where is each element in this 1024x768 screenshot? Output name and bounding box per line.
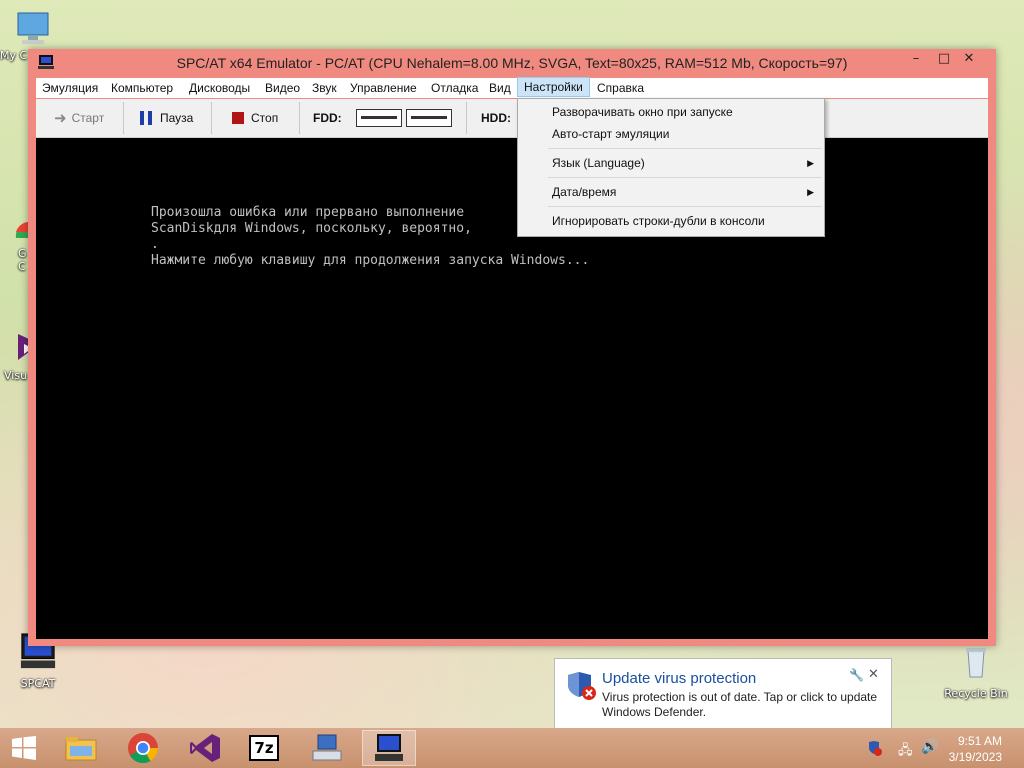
menu-item-date-time[interactable]: Дата/время ▶	[518, 181, 824, 203]
desktop-icon-label: Recycle Bin	[944, 687, 1008, 700]
menu-drives[interactable]: Дисководы	[183, 78, 256, 98]
menu-sound[interactable]: Звук	[306, 78, 343, 98]
pause-button[interactable]: Пауза	[140, 103, 193, 133]
menu-item-label: Авто-старт эмуляции	[552, 127, 670, 141]
start-menu-button[interactable]	[0, 730, 48, 766]
menu-view[interactable]: Вид	[483, 78, 517, 98]
computer-icon	[17, 12, 49, 44]
notification-settings-icon[interactable]: 🔧	[849, 668, 864, 682]
stop-label: Стоп	[251, 111, 279, 125]
fdd-drive-b[interactable]	[406, 109, 452, 127]
toolbar-separator	[466, 102, 467, 134]
start-button[interactable]: ➜ Старт	[54, 103, 104, 133]
menu-item-label: Игнорировать строки-дубли в консоли	[552, 214, 765, 228]
spcat-icon	[375, 734, 403, 761]
settings-dropdown: Разворачивать окно при запуске Авто-стар…	[517, 98, 825, 237]
menu-item-label: Разворачивать окно при запуске	[552, 105, 733, 119]
menu-item-language[interactable]: Язык (Language) ▶	[518, 152, 824, 174]
console-line: .	[151, 237, 159, 252]
keyboard-app-icon	[312, 734, 342, 761]
menu-debug[interactable]: Отладка	[425, 78, 484, 98]
menu-item-label: Дата/время	[552, 185, 617, 199]
menu-separator	[548, 206, 822, 207]
notification-body: Virus protection is out of date. Tap or …	[602, 690, 878, 719]
desktop-icon-recycle-bin[interactable]: Recycle Bin	[942, 644, 1010, 700]
visual-studio-icon	[190, 734, 220, 762]
chrome-icon	[128, 733, 158, 764]
fdd-label: FDD:	[313, 111, 342, 125]
pause-label: Пауза	[160, 111, 194, 125]
menu-emulation[interactable]: Эмуляция	[36, 78, 104, 98]
7zip-icon: 7z	[249, 735, 279, 761]
fdd-drive-a[interactable]	[356, 109, 402, 127]
console-line: Нажмите любую клавишу для продолжения за…	[151, 253, 590, 268]
menu-item-maximize-on-start[interactable]: Разворачивать окно при запуске	[518, 101, 824, 123]
menu-help[interactable]: Справка	[591, 78, 650, 98]
network-icon[interactable]: 🖧	[898, 741, 913, 763]
clock-date: 3/19/2023	[948, 750, 1002, 764]
defender-tray-icon[interactable]	[868, 740, 882, 756]
taskbar-chrome[interactable]	[116, 730, 170, 766]
arrow-right-icon: ➜	[54, 110, 67, 127]
notification-title: Update virus protection	[602, 670, 757, 687]
menu-bar: Эмуляция Компьютер Дисководы Видео Звук …	[36, 77, 988, 98]
menu-item-auto-start[interactable]: Авто-старт эмуляции	[518, 123, 824, 145]
emulator-screen[interactable]: Произошла ошибка или прервано выполнение…	[36, 138, 988, 639]
volume-icon[interactable]: 🔊	[921, 739, 938, 755]
menu-computer[interactable]: Компьютер	[105, 78, 179, 98]
clock-time: 9:51 AM	[957, 734, 1002, 748]
defender-warning-icon	[568, 672, 596, 700]
menu-item-ignore-duplicates[interactable]: Игнорировать строки-дубли в консоли	[518, 210, 824, 232]
minimize-button[interactable]: –	[902, 49, 930, 71]
taskbar-visual-studio[interactable]	[178, 730, 232, 766]
title-bar[interactable]: SPC/AT x64 Emulator - PC/AT (CPU Nehalem…	[28, 49, 996, 77]
file-explorer-icon	[65, 737, 97, 761]
desktop-icon-label: SPCAT	[20, 677, 56, 690]
defender-notification[interactable]: Update virus protection Virus protection…	[554, 658, 892, 730]
toolbar-separator	[211, 102, 212, 134]
menu-separator	[548, 177, 822, 178]
system-clock[interactable]: 9:51 AM 3/19/2023	[949, 733, 1002, 765]
toolbar: ➜ Старт Пауза Стоп FDD: HDD:	[36, 99, 988, 138]
taskbar-keyboard-app[interactable]	[300, 730, 354, 766]
menu-separator	[548, 148, 822, 149]
menu-video[interactable]: Видео	[259, 78, 306, 98]
7zip-label: 7z	[254, 739, 274, 757]
recycle-bin-icon	[966, 648, 986, 678]
taskbar-spcat[interactable]	[362, 730, 416, 766]
windows-logo-icon	[12, 736, 36, 760]
taskbar: 7z 🖧 🔊 9:51 AM 3/19/2023	[0, 728, 1024, 768]
toolbar-separator	[299, 102, 300, 134]
menu-item-label: Язык (Language)	[552, 156, 645, 170]
stop-button[interactable]: Стоп	[232, 103, 278, 133]
stop-icon	[232, 112, 244, 124]
toolbar-separator	[123, 102, 124, 134]
hdd-label: HDD:	[481, 111, 511, 125]
taskbar-file-explorer[interactable]	[54, 730, 108, 766]
shield-warning-icon	[869, 741, 882, 756]
menu-settings[interactable]: Настройки	[517, 77, 590, 97]
window-title: SPC/AT x64 Emulator - PC/AT (CPU Nehalem…	[176, 55, 848, 71]
start-label: Старт	[71, 111, 105, 125]
menu-control[interactable]: Управление	[344, 78, 423, 98]
console-line: Произошла ошибка или прервано выполнение	[151, 205, 465, 220]
notification-close-icon[interactable]: ✕	[868, 667, 879, 682]
submenu-arrow-icon: ▶	[807, 187, 814, 197]
taskbar-7zip[interactable]: 7z	[237, 730, 291, 766]
pause-icon	[140, 111, 152, 125]
close-button[interactable]: ✕	[954, 49, 984, 71]
emulator-window: SPC/AT x64 Emulator - PC/AT (CPU Nehalem…	[28, 49, 996, 646]
submenu-arrow-icon: ▶	[807, 158, 814, 168]
